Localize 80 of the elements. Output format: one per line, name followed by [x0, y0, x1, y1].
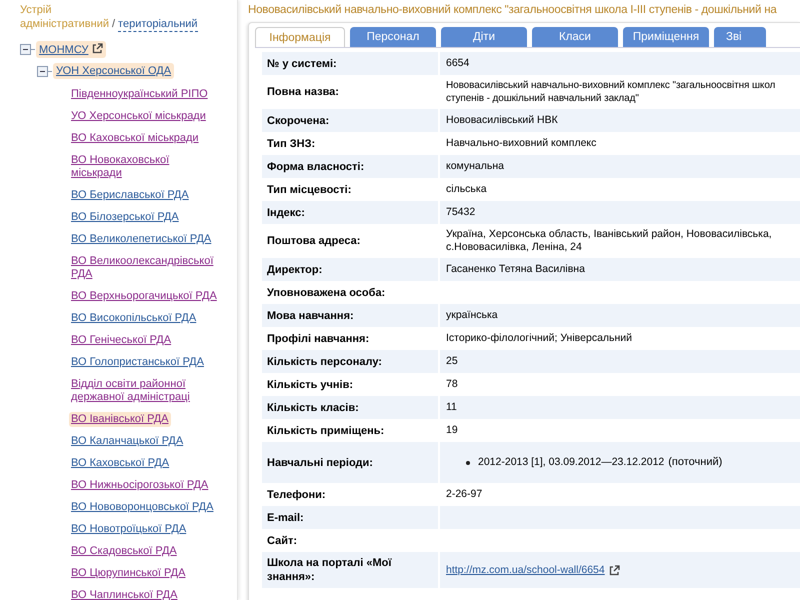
tab[interactable]: Зві: [714, 27, 766, 47]
tree-item[interactable]: ВО Скадовської РДА: [69, 544, 179, 559]
tab[interactable]: Діти: [441, 27, 527, 47]
tree-item[interactable]: УО Херсонської міськради: [69, 109, 208, 124]
structure-option[interactable]: територіальний: [118, 17, 198, 32]
structure-label: Устрій: [20, 3, 52, 17]
tree-item[interactable]: ВО Каланчацької РДА: [69, 434, 186, 449]
field-label: Мова навчання:: [262, 304, 438, 327]
tree-item[interactable]: УОН Херсонської ОДА: [53, 63, 174, 79]
field-value: 2-26-97: [446, 488, 484, 501]
field-value: 19: [446, 424, 459, 437]
field-label: Профілі навчання:: [266, 332, 370, 346]
tree-item[interactable]: ВО Новокаховської міськради: [69, 153, 223, 181]
field-label: Тип ЗНЗ:: [266, 136, 316, 152]
field-label: № у системі:: [262, 52, 438, 75]
structure-option: адміністративний: [20, 17, 109, 32]
tree-item[interactable]: Південноукраїнський РІПО: [69, 87, 210, 102]
tree-item[interactable]: ВО Генічеської РДА: [69, 333, 174, 348]
field-label: Поштова адреса:: [266, 234, 362, 249]
field-label: Індекс:: [262, 201, 438, 224]
field-value: українська: [446, 309, 499, 322]
tree-item[interactable]: ВО Великоолександрівської РДА: [69, 254, 223, 282]
field-value: Нововасилівський навчально-виховний комплекс "загальноосвітня школ: [446, 79, 776, 92]
tree-item[interactable]: ВО Цюрупинської РДА: [69, 566, 188, 581]
tree-item[interactable]: ВО Великолепетиської РДА: [69, 232, 214, 247]
tree-item[interactable]: Відділ освіти районної державної адміністраці: [69, 377, 223, 405]
page-title: Нововасилівський навчально-виховний комплекс "загальноосвітня школа I-III ступенів - дошкільний на: [248, 4, 778, 18]
tab[interactable]: Персонал: [350, 27, 436, 47]
field-label: Кількість приміщень:: [266, 424, 386, 438]
bullet-icon: [466, 460, 470, 464]
portal-link[interactable]: http://mz.com.ua/school-wall/6654: [446, 564, 605, 576]
tree-item[interactable]: ВО Нововоронцовської РДА: [69, 500, 216, 515]
field-value: Навчально-виховний комплекс: [446, 137, 598, 150]
tab[interactable]: Приміщення: [623, 27, 709, 47]
tree-item[interactable]: ВО Новотроїцької РДА: [69, 522, 188, 537]
tab[interactable]: Класи: [532, 27, 618, 47]
collapse-icon[interactable]: [20, 44, 35, 54]
field-value: ступенів - дошкільний навчальний заклад": [446, 92, 640, 105]
tree-item[interactable]: ВО Верхньорогачицької РДА: [69, 289, 219, 304]
period-status: (поточний): [668, 456, 722, 469]
collapse-icon[interactable]: [37, 66, 52, 76]
field-label: Навчальні періоди:: [262, 442, 438, 483]
field-value: Гасаненко Тетяна Василівна: [446, 263, 586, 276]
external-link-icon: [92, 42, 104, 54]
tree-item[interactable]: ВО Голопристанської РДА: [69, 355, 206, 370]
tree-item[interactable]: ВО Іванівської РДА: [69, 412, 171, 427]
field-value: Історико-філологічний; Універсальний: [446, 332, 634, 345]
field-value: 25: [446, 355, 459, 368]
external-link-icon: [608, 564, 620, 576]
field-label: Кількість учнів:: [266, 378, 354, 392]
tree-item[interactable]: ВО Білозерської РДА: [69, 210, 181, 225]
field-value: Україна, Херсонська область, Іванівський район, Нововасилівська, с.Нововасилівка, Леніна, 24: [446, 228, 773, 254]
field-label: Повна назва:: [266, 85, 340, 100]
field-label: Школа на порталі «Мої знання»:: [262, 552, 438, 588]
field-value: комунальна: [446, 160, 506, 173]
field-label: Директор:: [262, 258, 438, 281]
separator-slash: /: [112, 17, 116, 32]
tree-item[interactable]: ВО Чаплинської РДА: [69, 588, 180, 600]
field-label: Скорочена:: [262, 109, 438, 132]
field-value: 75432: [446, 206, 476, 219]
tree-item[interactable]: ВО Каховської міськради: [69, 131, 201, 146]
tree-item[interactable]: ВО Високопільської РДА: [69, 311, 198, 326]
field-label: Кількість класів:: [262, 396, 438, 419]
field-value: 78: [446, 378, 459, 391]
period-text: 2012-2013 [1], 03.09.2012—23.12.2012: [478, 456, 664, 469]
field-value: Нововасилівський НВК: [446, 114, 559, 127]
field-label: Сайт:: [266, 534, 298, 548]
field-label: Телефони:: [266, 488, 327, 502]
field-label: Форма власності:: [262, 155, 438, 178]
field-label: Кількість персоналу:: [262, 350, 438, 373]
field-label: E-mail:: [262, 506, 438, 529]
field-label: Уповноважена особа:: [266, 286, 386, 300]
field-value: 6654: [446, 57, 470, 70]
field-label: Тип місцевості:: [266, 182, 352, 198]
tree-item[interactable]: ВО Нижньосірогозької РДА: [69, 478, 210, 493]
field-value: сільська: [446, 183, 488, 196]
tree-item[interactable]: ВО Каховської РДА: [69, 456, 172, 471]
field-value: 11: [446, 401, 458, 414]
tree-item[interactable]: МОНМСУ: [36, 40, 106, 58]
tree-item[interactable]: ВО Бериславської РДА: [69, 188, 191, 203]
